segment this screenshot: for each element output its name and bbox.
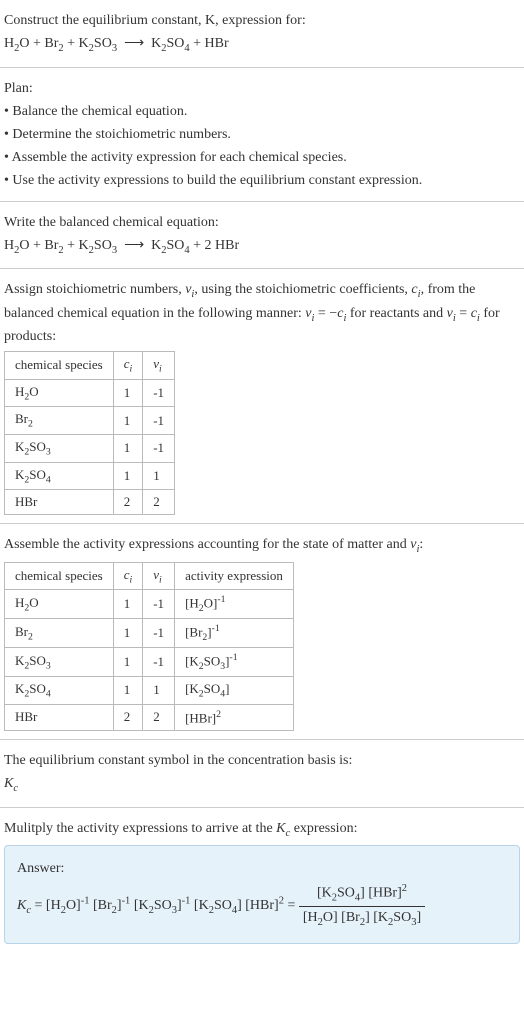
symbol-section: The equilibrium constant symbol in the c… — [0, 740, 524, 808]
activity-table: chemical species ci νi activity expressi… — [4, 562, 294, 731]
table-row: Br2 1 -1 [Br2]-1 — [5, 619, 294, 648]
answer-label: Answer: — [17, 858, 507, 879]
cell-species: HBr — [5, 704, 114, 730]
cell-ci: 1 — [113, 590, 143, 619]
prompt-label: Construct the equilibrium constant, K, e… — [4, 13, 306, 28]
plan-step: • Balance the chemical equation. — [4, 101, 520, 122]
table-row: H2O 1 -1 — [5, 379, 175, 407]
cell-vi: 1 — [143, 462, 175, 490]
prompt-section: Construct the equilibrium constant, K, e… — [0, 0, 524, 68]
plan-step: • Assemble the activity expression for e… — [4, 147, 520, 168]
balanced-equation: H2O + Br2 + K2SO3 ⟶ K2SO4 + 2 HBr — [4, 235, 520, 259]
plan-title: Plan: — [4, 78, 520, 99]
cell-vi: 2 — [143, 490, 175, 515]
cell-vi: -1 — [143, 590, 175, 619]
fraction-numerator: [K2SO4] [HBr]2 — [299, 881, 425, 907]
cell-ci: 1 — [113, 462, 143, 490]
stoich-table: chemical species ci νi H2O 1 -1 Br2 1 -1… — [4, 351, 175, 515]
cell-vi: -1 — [143, 434, 175, 462]
cell-ci: 1 — [113, 619, 143, 648]
cell-vi: 1 — [143, 677, 175, 705]
fraction: [K2SO4] [HBr]2 [H2O] [Br2] [K2SO3] — [299, 881, 425, 931]
plan-step: • Use the activity expressions to build … — [4, 170, 520, 191]
cell-species: Br2 — [5, 407, 114, 435]
cell-species: K2SO3 — [5, 648, 114, 677]
col-activity: activity expression — [175, 562, 294, 590]
table-row: Br2 1 -1 — [5, 407, 175, 435]
balanced-title: Write the balanced chemical equation: — [4, 212, 520, 233]
table-header-row: chemical species ci νi activity expressi… — [5, 562, 294, 590]
col-species: chemical species — [5, 562, 114, 590]
plan-section: Plan: • Balance the chemical equation. •… — [0, 68, 524, 202]
answer-expression: Kc = [H2O]-1 [Br2]-1 [K2SO3]-1 [K2SO4] [… — [17, 881, 507, 931]
stoich-intro: Assign stoichiometric numbers, νi, using… — [4, 279, 520, 347]
col-vi: νi — [143, 352, 175, 380]
activity-section: Assemble the activity expressions accoun… — [0, 524, 524, 740]
answer-box: Answer: Kc = [H2O]-1 [Br2]-1 [K2SO3]-1 [… — [4, 845, 520, 944]
cell-species: K2SO4 — [5, 462, 114, 490]
fraction-denominator: [H2O] [Br2] [K2SO3] — [299, 907, 425, 931]
cell-vi: -1 — [143, 379, 175, 407]
cell-ci: 1 — [113, 407, 143, 435]
cell-vi: 2 — [143, 704, 175, 730]
final-intro: Mulitply the activity expressions to arr… — [4, 818, 520, 842]
cell-activity: [Br2]-1 — [175, 619, 294, 648]
symbol-intro: The equilibrium constant symbol in the c… — [4, 750, 520, 771]
cell-vi: -1 — [143, 619, 175, 648]
cell-vi: -1 — [143, 407, 175, 435]
table-row: K2SO4 1 1 — [5, 462, 175, 490]
prompt-text: Construct the equilibrium constant, K, e… — [4, 10, 520, 31]
cell-species: HBr — [5, 490, 114, 515]
col-vi: νi — [143, 562, 175, 590]
cell-ci: 1 — [113, 648, 143, 677]
table-row: H2O 1 -1 [H2O]-1 — [5, 590, 294, 619]
cell-species: K2SO4 — [5, 677, 114, 705]
unbalanced-equation: H2O + Br2 + K2SO3 ⟶ K2SO4 + HBr — [4, 33, 520, 57]
cell-species: Br2 — [5, 619, 114, 648]
cell-species: H2O — [5, 379, 114, 407]
cell-ci: 1 — [113, 379, 143, 407]
table-row: K2SO3 1 -1 [K2SO3]-1 — [5, 648, 294, 677]
balanced-section: Write the balanced chemical equation: H2… — [0, 202, 524, 270]
cell-ci: 1 — [113, 434, 143, 462]
table-row: HBr 2 2 — [5, 490, 175, 515]
table-row: K2SO3 1 -1 — [5, 434, 175, 462]
stoich-section: Assign stoichiometric numbers, νi, using… — [0, 269, 524, 524]
col-ci: ci — [113, 352, 143, 380]
plan-step: • Determine the stoichiometric numbers. — [4, 124, 520, 145]
table-row: HBr 2 2 [HBr]2 — [5, 704, 294, 730]
cell-activity: [K2SO3]-1 — [175, 648, 294, 677]
cell-ci: 2 — [113, 704, 143, 730]
cell-species: K2SO3 — [5, 434, 114, 462]
symbol-kc: Kc — [4, 773, 520, 797]
cell-activity: [HBr]2 — [175, 704, 294, 730]
cell-activity: [K2SO4] — [175, 677, 294, 705]
cell-ci: 1 — [113, 677, 143, 705]
cell-ci: 2 — [113, 490, 143, 515]
table-row: K2SO4 1 1 [K2SO4] — [5, 677, 294, 705]
col-species: chemical species — [5, 352, 114, 380]
col-ci: ci — [113, 562, 143, 590]
activity-intro: Assemble the activity expressions accoun… — [4, 534, 520, 558]
cell-vi: -1 — [143, 648, 175, 677]
cell-activity: [H2O]-1 — [175, 590, 294, 619]
table-header-row: chemical species ci νi — [5, 352, 175, 380]
final-section: Mulitply the activity expressions to arr… — [0, 808, 524, 952]
cell-species: H2O — [5, 590, 114, 619]
